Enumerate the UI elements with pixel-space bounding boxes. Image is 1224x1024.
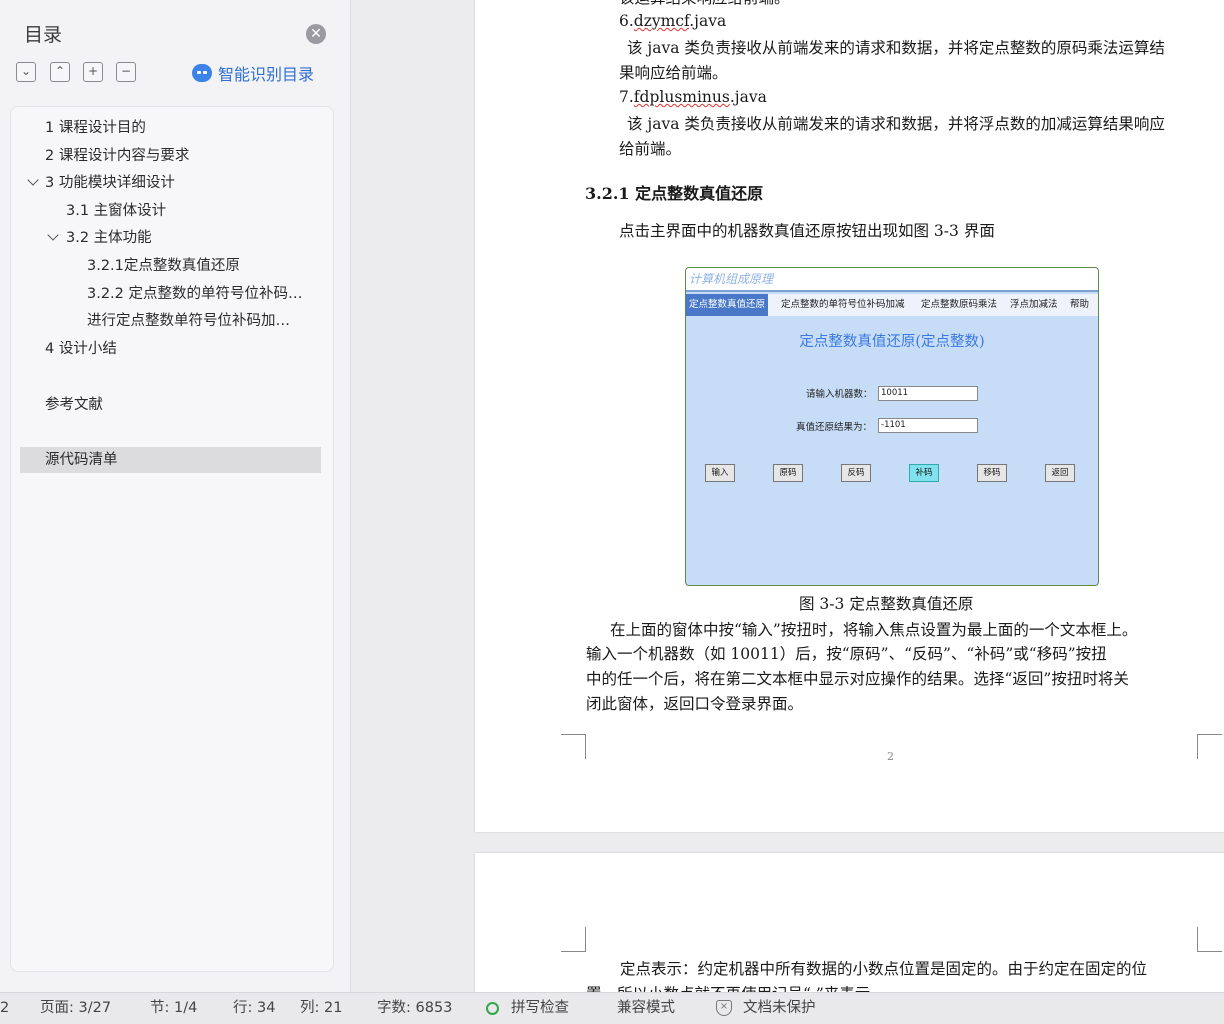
body-text: 闭此窗体，返回口令登录界面。 [586, 695, 804, 713]
body-text: 中的任一个后，将在第二文本框中显示对应操作的结果。选择“返回”按扭时将关 [586, 670, 1129, 688]
ai-robot-icon [192, 64, 212, 82]
figure-screenshot: 计算机组成原理 定点整数真值还原 定点整数的单符号位补码加减 定点整数原码乘法 … [685, 267, 1099, 586]
body-text: 给前端。 [619, 140, 682, 158]
figure-input-field: 10011 [878, 386, 978, 401]
toc-list: 1 课程设计目的 2 课程设计内容与要求 3 功能模块详细设计 3.1 主窗体设… [10, 106, 334, 972]
figure-button: 返回 [1045, 464, 1075, 482]
status-bar: 2 页面: 3/27 节: 1/4 行: 34 列: 21 字数: 6853 拼… [0, 992, 1224, 1024]
body-text: 定点表示：约定机器中所有数据的小数点位置是固定的。由于约定在固定的位 [620, 960, 1148, 978]
sidebar-title: 目录 [24, 24, 63, 46]
list-number: 7. [619, 88, 634, 106]
close-icon[interactable]: ✕ [306, 24, 326, 44]
body-text: 输入一个机器数（如 10011）后，按“原码”、“反码”、“补码”或“移码”按扭 [586, 645, 1107, 663]
toc-item-3[interactable]: 3 功能模块详细设计 [45, 170, 315, 196]
status-page[interactable]: 页面: 3/27 [40, 993, 111, 1024]
add-level-icon[interactable]: + [83, 62, 103, 82]
figure-menu-item: 浮点加减法 [1010, 299, 1058, 310]
status-section: 节: 1/4 [150, 1000, 198, 1016]
body-text: 该 java 类负责接收从前端发来的请求和数据，并将浮点数的加减运算结果响应 [627, 115, 1165, 133]
figure-result-field: -1101 [878, 418, 978, 433]
list-item-7: 7.fdplusminus.java [619, 88, 767, 106]
toc-item-1[interactable]: 1 课程设计目的 [45, 115, 315, 141]
figure-menu-bar: 定点整数真值还原 定点整数的单符号位补码加减 定点整数原码乘法 浮点加减法 帮助 [686, 294, 1098, 316]
figure-menu-item: 定点整数真值还原 [686, 294, 769, 316]
figure-menu-item: 帮助 [1070, 299, 1090, 310]
document-page-next: 定点表示：约定机器中所有数据的小数点位置是固定的。由于约定在固定的位 置，所以小… [475, 853, 1224, 993]
page-number: 2 [887, 750, 894, 763]
figure-menu-item: 定点整数的单符号位补码加减 [781, 299, 905, 310]
smart-toc-button[interactable]: 智能识别目录 [192, 62, 314, 84]
toc-sidebar: 目录 ✕ ⌄ ⌃ + − 智能识别目录 1 课程设计目的 2 课程设计内容与要求… [0, 0, 351, 992]
file-ext: .java [729, 88, 767, 106]
toc-item-2[interactable]: 2 课程设计内容与要求 [45, 143, 315, 169]
list-number: 6. [619, 12, 634, 30]
list-item-6: 6.dzymcf.java [619, 12, 726, 30]
spellcheck-button[interactable]: 拼写检查 [511, 993, 569, 1024]
body-text: 点击主界面中的机器数真值还原按钮出现如图 3-3 界面 [619, 222, 995, 240]
chevron-down-icon[interactable] [47, 229, 59, 241]
remove-level-icon[interactable]: − [116, 62, 136, 82]
section-heading: 3.2.1 定点整数真值还原 [585, 184, 764, 203]
body-text: 该运算结果响应给前端。 [619, 0, 790, 8]
body-text: 在上面的窗体中按“输入”按扭时，将输入焦点设置为最上面的一个文本框上。 [610, 621, 1138, 639]
toc-item-references[interactable]: 参考文献 [45, 392, 315, 418]
crop-mark [1197, 927, 1222, 952]
figure-button: 原码 [773, 464, 803, 482]
figure-input-label: 请输入机器数： [806, 389, 873, 400]
body-text: 果响应给前端。 [619, 64, 728, 82]
chevron-down-icon[interactable] [27, 174, 39, 186]
smart-toc-label: 智能识别目录 [218, 65, 315, 84]
file-name: dzymcf [633, 12, 690, 30]
doc-protection[interactable]: 文档未保护 [743, 993, 816, 1024]
figure-button: 移码 [977, 464, 1007, 482]
file-name: fdplusminus [633, 88, 730, 106]
spellcheck-icon [486, 1002, 499, 1015]
shield-icon: × [716, 1000, 732, 1016]
figure-window-title: 计算机组成原理 [686, 268, 1098, 292]
figure-button: 补码 [909, 464, 939, 482]
figure-caption: 图 3-3 定点整数真值还原 [799, 595, 974, 613]
crop-mark [561, 927, 586, 952]
figure-menu-item: 定点整数原码乘法 [921, 299, 998, 310]
figure-button: 反码 [841, 464, 871, 482]
status-word-count[interactable]: 字数: 6853 [377, 993, 452, 1024]
collapse-all-icon[interactable]: ⌄ [16, 62, 36, 82]
file-ext: .java [689, 12, 727, 30]
status-row: 行: 34 [233, 1000, 276, 1016]
crop-mark [561, 734, 586, 759]
toc-item-3-2[interactable]: 3.2 主体功能 [66, 225, 316, 251]
toc-item-3-2-1[interactable]: 3.2.1定点整数真值还原 [87, 253, 311, 279]
toc-item-3-2-2[interactable]: 3.2.2 定点整数的单符号位补码加减运算 [87, 281, 311, 307]
figure-button: 输入 [705, 464, 735, 482]
figure-result-label: 真值还原结果为： [796, 422, 873, 433]
toc-item-3-1[interactable]: 3.1 主窗体设计 [66, 198, 316, 224]
status-fragment: 2 [0, 1000, 10, 1016]
status-col: 列: 21 [300, 1000, 343, 1016]
toc-item-4[interactable]: 4 设计小结 [45, 336, 315, 362]
crop-mark [1197, 734, 1222, 759]
figure-heading: 定点整数真值还原(定点整数) [799, 334, 985, 350]
toc-item-source-code[interactable]: 源代码清单 [20, 447, 321, 473]
body-text: 该 java 类负责接收从前端发来的请求和数据，并将定点整数的原码乘法运算结 [627, 39, 1165, 57]
expand-all-icon[interactable]: ⌃ [50, 62, 70, 82]
compat-mode[interactable]: 兼容模式 [617, 993, 675, 1024]
toc-item-3-2-2-sub[interactable]: 进行定点整数单符号位补码加减运算 [87, 308, 303, 334]
